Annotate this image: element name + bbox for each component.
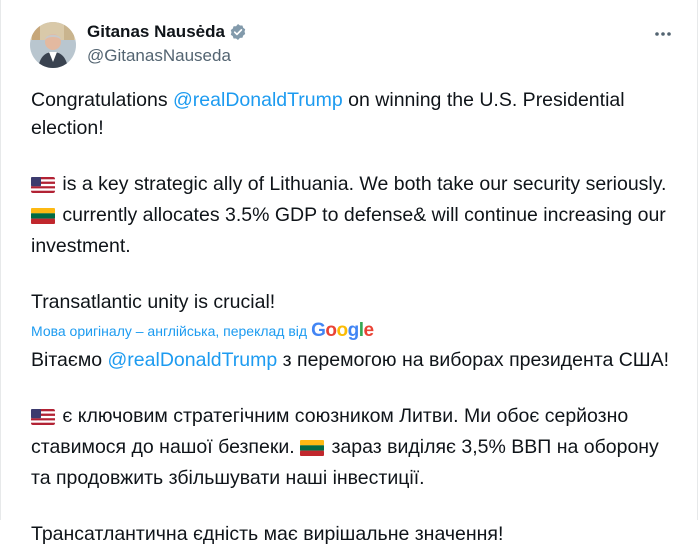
- original-paragraph-3: Transatlantic unity is crucial!: [31, 291, 276, 313]
- lithuania-flag-icon: [300, 436, 325, 464]
- us-flag-icon: [31, 173, 55, 201]
- author-display-name[interactable]: Gitanas Nausėda: [87, 22, 225, 42]
- avatar[interactable]: [30, 22, 76, 68]
- mention-link[interactable]: @realDonaldTrump: [173, 89, 343, 111]
- tweet-card: Gitanas Nausėda @GitanasNauseda Congratu…: [0, 0, 698, 545]
- translated-paragraph-1: Вітаємо @realDonaldTrump з перемогою на …: [31, 349, 670, 371]
- translated-paragraph-2: є ключовим стратегічним союзником Литви.…: [31, 405, 659, 489]
- original-paragraph-1: Congratulations @realDonaldTrump on winn…: [31, 89, 625, 139]
- author-handle[interactable]: @GitanasNauseda: [87, 46, 231, 66]
- google-logo: Google: [311, 320, 374, 341]
- more-options-icon[interactable]: [651, 22, 675, 46]
- verified-badge-icon: [229, 23, 247, 41]
- tweet-body: Congratulations @realDonaldTrump on winn…: [31, 86, 671, 548]
- translation-notice[interactable]: Мова оригіналу – англійська, переклад ві…: [31, 320, 671, 342]
- translation-notice-label: Мова оригіналу – англійська, переклад ві…: [31, 323, 308, 339]
- avatar-image: [30, 22, 76, 68]
- us-flag-icon: [31, 405, 55, 433]
- author-name-row: Gitanas Nausėda: [87, 22, 247, 42]
- translated-paragraph-3: Трансатлантична єдність має вирішальне з…: [31, 523, 504, 545]
- mention-link[interactable]: @realDonaldTrump: [108, 349, 278, 371]
- lithuania-flag-icon: [31, 204, 55, 232]
- original-paragraph-2: is a key strategic ally of Lithuania. We…: [31, 173, 667, 257]
